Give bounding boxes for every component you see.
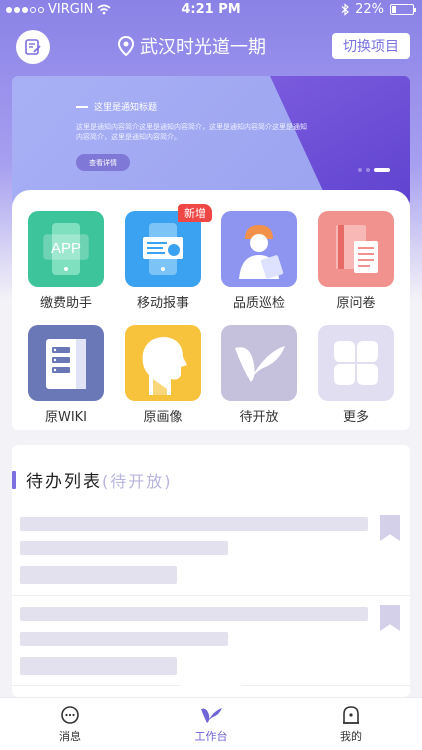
app-grid: APP 缴费助手 新增 移动报事 品质巡检 原问卷 原WIKI 原画像 待开放 … [12,190,410,430]
tab-label: 消息 [59,730,81,743]
workbench-icon [201,708,222,723]
project-name: 武汉时光道一期 [140,37,266,58]
app-label: 更多 [342,410,369,425]
tab-messages[interactable]: 消息 [30,704,110,744]
app-tile-inspection[interactable] [221,211,297,287]
inspector-icon [239,225,284,279]
tab-label: 我的 [340,730,362,743]
pager-dot[interactable] [358,168,362,172]
notes-button[interactable] [16,30,50,64]
skeleton-line [20,541,228,555]
app-label: 待开放 [239,410,279,425]
switch-project-button[interactable]: 切换项目 [332,33,410,59]
app-tile-pending[interactable] [221,325,297,401]
new-badge: 新增 [178,204,212,222]
tab-profile[interactable]: 我的 [311,704,391,744]
location-pin-icon [118,36,134,56]
app-label: 原问卷 [336,296,376,311]
app-tile-more[interactable] [318,325,394,401]
bookmark-icon[interactable] [380,605,400,631]
battery-icon [390,4,416,15]
message-icon [61,706,79,724]
skeleton-line [20,566,177,584]
banner-title: 这里是通知标题 [76,100,157,113]
mobile-report-icon [143,223,183,275]
app-phone-icon: APP [43,223,89,275]
bookmark-icon[interactable] [380,515,400,541]
app-label: 品质巡检 [232,296,285,311]
status-bar: VIRGIN 4:21 PM 22% [0,0,422,20]
skeleton-line [20,657,177,675]
pager-dot[interactable] [366,168,370,172]
pager-dot-active[interactable] [374,168,390,172]
bluetooth-icon [341,3,350,16]
battery-percent: 22% [355,2,384,17]
section-marker [12,470,16,489]
skeleton-line [20,607,368,621]
view-details-button[interactable]: 查看详情 [76,154,130,171]
notice-banner[interactable]: 这里是通知标题 这里是通知内容简介这里是通知内容简介，这里是通知内容简介这里是通… [12,76,410,206]
project-selector[interactable]: 武汉时光道一期 [118,33,266,59]
brand-logo-icon [235,346,285,382]
portrait-head-icon [142,337,187,395]
skeleton-line [20,632,228,646]
tab-label: 工作台 [194,730,228,743]
app-label: 移动报事 [136,296,189,311]
app-tile-portrait[interactable] [125,325,201,401]
todo-header: 待办列表 (待开放) [12,467,173,492]
skeleton-line [20,517,368,531]
app-label: 原画像 [143,410,183,425]
app-tile-payment[interactable]: APP [28,211,104,287]
profile-icon [343,706,359,724]
tab-workbench[interactable]: 工作台 [171,704,251,744]
banner-pager[interactable] [358,168,390,172]
todo-title: 待办列表 [26,472,102,492]
app-tile-questionnaire[interactable] [318,211,394,287]
app-tile-wiki[interactable] [28,325,104,401]
todo-subtitle: (待开放) [102,471,173,491]
tab-bar: 消息 工作台 我的 [0,697,422,750]
divider [12,595,410,596]
wiki-book-icon [46,339,86,389]
svg-text:APP: APP [51,240,81,257]
app-label: 原WIKI [44,410,88,425]
app-tile-report[interactable] [125,211,201,287]
banner-text: 这里是通知内容简介这里是通知内容简介，这里是通知内容简介这里是通知内容简介，这里… [76,123,307,141]
questionnaire-icon [336,225,378,273]
more-clover-icon [334,341,378,385]
edit-note-icon [25,39,41,55]
app-label: 缴费助手 [39,296,92,311]
